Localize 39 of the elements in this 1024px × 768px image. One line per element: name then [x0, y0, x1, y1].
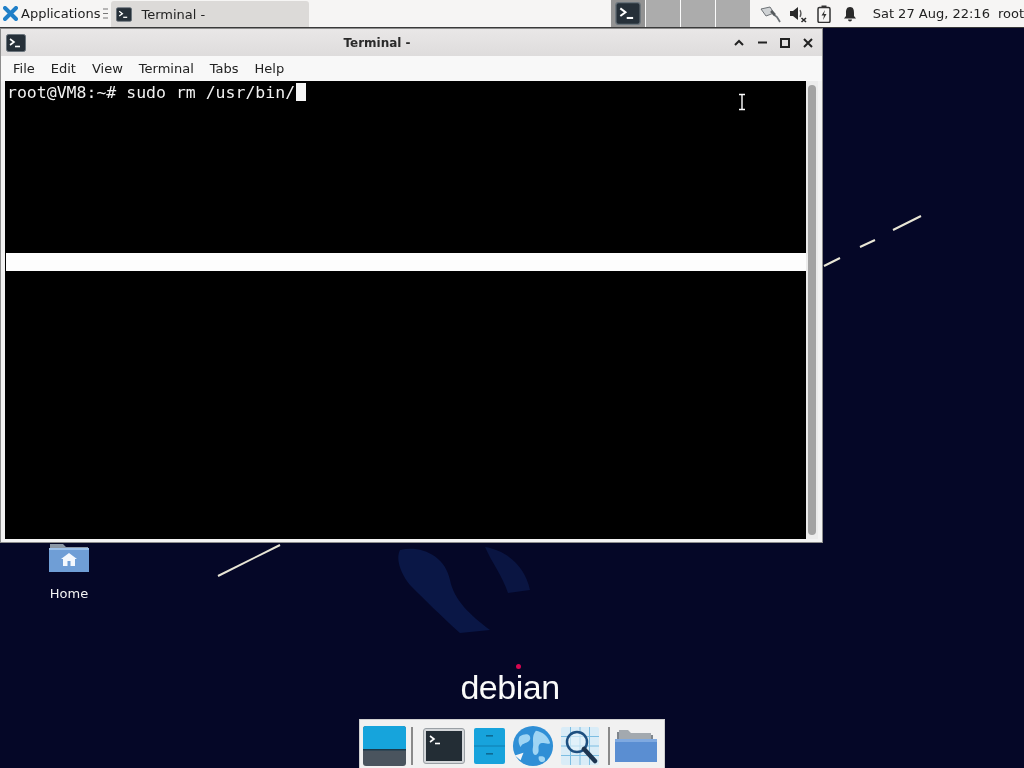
maximize-icon	[780, 37, 790, 48]
menu-item[interactable]: Edit	[42, 57, 84, 80]
user-name[interactable]: root	[997, 6, 1024, 21]
home-folder-icon[interactable]	[49, 542, 89, 572]
menu-item[interactable]: Help	[246, 57, 293, 80]
x-mark-icon	[3, 6, 18, 21]
applications-menu[interactable]: Applications	[0, 0, 101, 27]
taskbar-button[interactable]: Terminal -	[111, 1, 310, 27]
terminal-icon[interactable]	[423, 727, 465, 764]
i-beam-pointer-icon	[737, 93, 747, 111]
logo-text: debian	[460, 670, 560, 702]
menu-item[interactable]: Terminal	[130, 57, 202, 80]
wallpaper-line	[217, 543, 282, 577]
desktop-icon-label[interactable]: Home	[49, 586, 89, 601]
swirl-dot-icon	[516, 664, 521, 669]
globe-icon[interactable]	[512, 724, 554, 767]
bell-icon[interactable]	[842, 5, 857, 22]
close-icon	[803, 37, 813, 48]
menu-item[interactable]: Tabs	[201, 57, 247, 80]
terminal-screen[interactable]: root@VM8:~# sudo rm /usr/bin/	[5, 81, 806, 539]
scrollbar[interactable]	[806, 81, 818, 539]
window-tile-icon[interactable]	[363, 725, 406, 766]
menu-item[interactable]: File	[5, 57, 43, 80]
folder-icon[interactable]	[615, 728, 657, 763]
terminal-icon	[116, 6, 133, 22]
magnifier-icon[interactable]	[561, 726, 599, 765]
cabinet-icon[interactable]	[474, 727, 505, 764]
volume-muted-icon[interactable]	[788, 4, 807, 23]
menu-item[interactable]: View	[83, 57, 131, 80]
window-title: Terminal -	[342, 35, 412, 50]
minimize-icon	[757, 41, 767, 44]
terminal-line: root@VM8:~# sudo rm /usr/bin/	[7, 83, 296, 102]
drag-handle-icon	[103, 8, 109, 19]
terminal-icon[interactable]	[6, 33, 26, 52]
plug-icon[interactable]	[758, 4, 781, 23]
clock[interactable]: Sat 27 Aug, 22:16	[872, 6, 990, 21]
scrollbar-thumb[interactable]	[808, 85, 816, 535]
battery-charging-icon[interactable]	[816, 4, 831, 23]
chevron-up-icon	[734, 39, 744, 46]
